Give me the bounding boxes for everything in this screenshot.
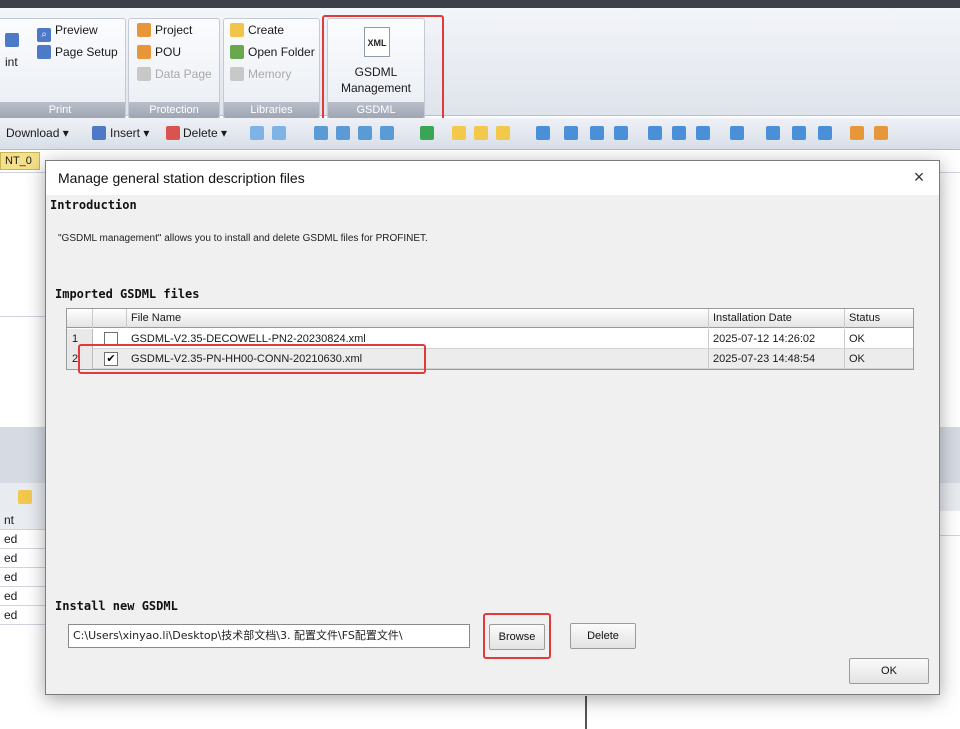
gsdml-manage-dialog: Manage general station description files… xyxy=(45,160,940,695)
pou-icon xyxy=(137,45,151,59)
project-icon xyxy=(137,23,151,37)
pou-button[interactable]: POU xyxy=(137,43,181,61)
network-2-icon[interactable] xyxy=(272,126,286,140)
run-icon[interactable] xyxy=(420,126,434,140)
ribbon-group-label-print: Print xyxy=(0,102,125,119)
page-setup-icon xyxy=(37,45,51,59)
list-item: ed xyxy=(0,530,46,549)
box-4-icon[interactable] xyxy=(380,126,394,140)
branch-icon[interactable] xyxy=(672,126,686,140)
introduction-text: "GSDML management" allows you to install… xyxy=(58,233,428,244)
window-top-bar xyxy=(0,0,960,8)
introduction-heading: Introduction xyxy=(50,198,137,212)
header-check xyxy=(93,309,127,328)
memory-button[interactable]: Memory xyxy=(230,65,291,83)
dialog-title: Manage general station description files xyxy=(58,170,305,186)
header-rownum xyxy=(67,309,93,328)
installation-date-cell: 2025-07-12 14:26:02 xyxy=(709,329,845,348)
lock-2-icon[interactable] xyxy=(474,126,488,140)
ribbon-group-protection: Project POU Data Page Protection xyxy=(128,18,220,120)
list-item: nt xyxy=(0,511,46,530)
print-icon xyxy=(5,33,19,47)
box-3-icon[interactable] xyxy=(358,126,372,140)
preview-button[interactable]: ⌕ Preview xyxy=(37,21,98,42)
list-item: ed xyxy=(0,568,46,587)
delete-icon xyxy=(166,126,180,140)
user-icon[interactable] xyxy=(850,126,864,140)
list-item: ed xyxy=(0,549,46,568)
bg-divider xyxy=(0,316,46,317)
list-item: ed xyxy=(0,606,46,625)
lock-icon[interactable] xyxy=(452,126,466,140)
contact-icon[interactable] xyxy=(536,126,550,140)
status-cell: OK xyxy=(849,353,865,365)
project-button[interactable]: Project xyxy=(137,21,192,39)
editor-tab[interactable]: NT_0 xyxy=(0,152,40,170)
dialog-title-bar: Manage general station description files… xyxy=(46,161,939,195)
box-2-icon[interactable] xyxy=(336,126,350,140)
comment-icon[interactable] xyxy=(818,126,832,140)
download-button[interactable]: Download ▾ xyxy=(6,126,69,140)
insert-button[interactable]: Insert ▾ xyxy=(110,126,149,140)
bg-lock-icon xyxy=(18,490,32,504)
delete-button[interactable]: Delete xyxy=(570,623,636,649)
user-2-icon[interactable] xyxy=(874,126,888,140)
ribbon-group-label-protection: Protection xyxy=(129,102,219,119)
column-header-installation-date[interactable]: Installation Date xyxy=(709,309,845,328)
delete-toolbar-button[interactable]: Delete ▾ xyxy=(183,126,227,140)
close-icon[interactable]: × xyxy=(909,167,929,187)
grid-icon[interactable] xyxy=(766,126,780,140)
edit-icon[interactable] xyxy=(792,126,806,140)
bg-vertical-separator xyxy=(585,696,587,729)
data-page-icon xyxy=(137,67,151,81)
list-item: ed xyxy=(0,587,46,606)
lock-3-icon[interactable] xyxy=(496,126,510,140)
arrow-right-icon[interactable] xyxy=(614,126,628,140)
page-setup-button[interactable]: Page Setup xyxy=(37,43,118,61)
open-folder-button[interactable]: Open Folder xyxy=(230,43,315,61)
insert-icon xyxy=(92,126,106,140)
parallel-icon[interactable] xyxy=(648,126,662,140)
create-button[interactable]: Create xyxy=(230,21,284,39)
bg-divider xyxy=(940,535,960,536)
selected-row-highlight-box xyxy=(78,344,426,374)
memory-icon xyxy=(230,67,244,81)
gsdml-highlight-box xyxy=(322,15,444,125)
bg-list: nt ed ed ed ed ed xyxy=(0,511,46,631)
open-folder-icon xyxy=(230,45,244,59)
ribbon-group-libraries: Create Open Folder Memory Libraries xyxy=(223,18,320,120)
ok-button[interactable]: OK xyxy=(849,658,929,684)
create-icon xyxy=(230,23,244,37)
browse-highlight-box xyxy=(483,613,551,659)
data-page-button[interactable]: Data Page xyxy=(137,65,212,83)
imported-files-heading: Imported GSDML files xyxy=(55,287,200,301)
network-icon[interactable] xyxy=(250,126,264,140)
installation-date-cell: 2025-07-23 14:48:54 xyxy=(709,349,845,368)
gsdml-path-field[interactable]: C:\Users\xinyao.li\Desktop\技术部文档\3. 配置文件… xyxy=(68,624,470,648)
app-window: int ⌕ Preview Page Setup Print Project PO… xyxy=(0,0,960,729)
ribbon: int ⌕ Preview Page Setup Print Project PO… xyxy=(0,8,960,120)
branch-2-icon[interactable] xyxy=(696,126,710,140)
preview-icon: ⌕ xyxy=(37,28,51,42)
table-header: File Name Installation Date Status xyxy=(67,309,913,328)
install-heading: Install new GSDML xyxy=(55,599,178,613)
box-icon[interactable] xyxy=(314,126,328,140)
ribbon-group-label-libraries: Libraries xyxy=(224,102,319,119)
editor-toolbar: Download ▾ Insert ▾ Delete ▾ xyxy=(0,118,960,150)
block-icon[interactable] xyxy=(730,126,744,140)
arrow-up-icon[interactable] xyxy=(590,126,604,140)
column-header-file-name[interactable]: File Name xyxy=(127,309,709,328)
coil-icon[interactable] xyxy=(564,126,578,140)
print-label-cut: int xyxy=(5,55,18,69)
column-header-status[interactable]: Status xyxy=(845,309,915,328)
status-cell: OK xyxy=(849,333,865,345)
ribbon-group-print: int ⌕ Preview Page Setup Print xyxy=(0,18,126,120)
